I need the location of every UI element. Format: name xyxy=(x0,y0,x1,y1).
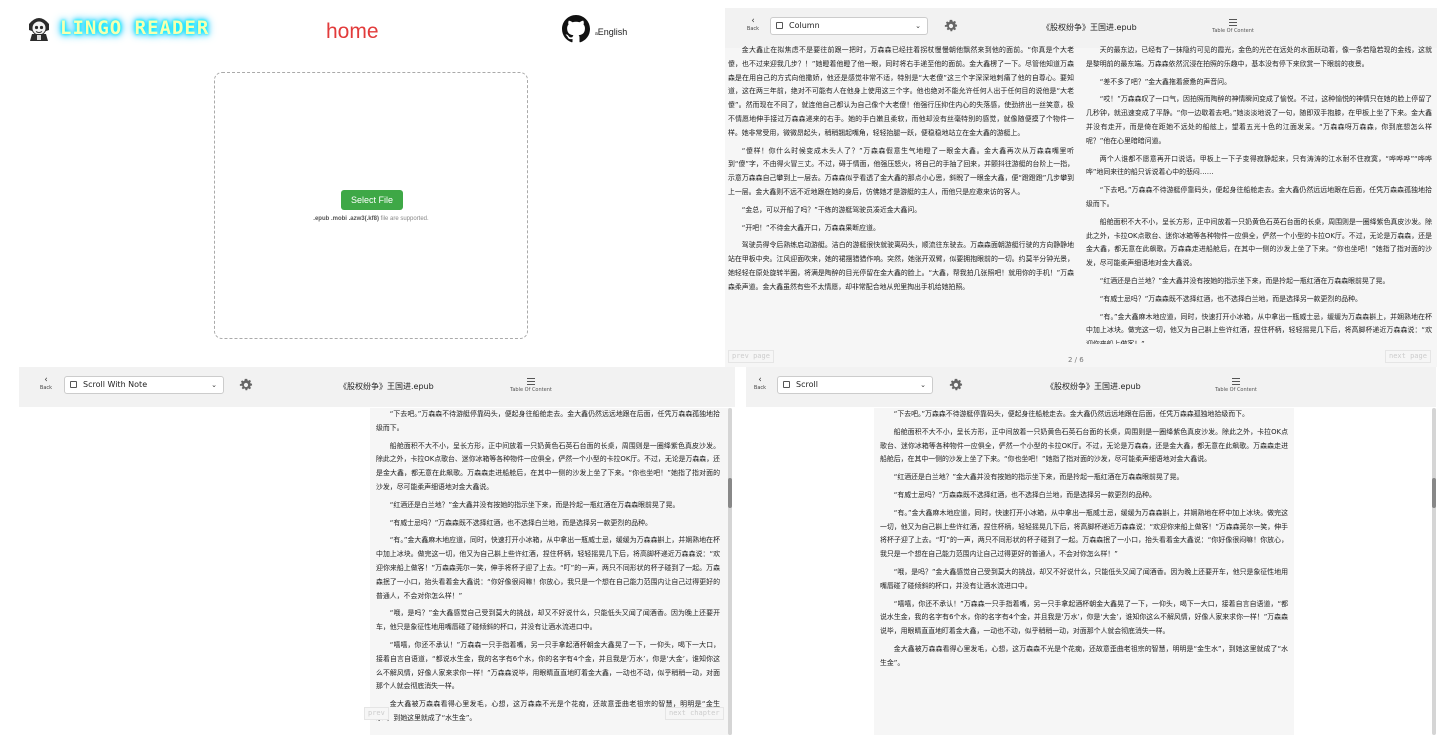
scroll-with-note-panel: ‹ Back Scroll With Note ⌄ 《股权纷争》王国进.epub… xyxy=(19,367,735,735)
paragraph: 船舱面积不大不小，呈长方形，正中间放着一只奶黄色石英石台面的长桌，周围则是一圈绛… xyxy=(1086,217,1432,268)
prev-chapter-button[interactable]: prev xyxy=(364,707,389,720)
back-label: Back xyxy=(753,385,767,391)
reader-toolbar: ‹ Back Scroll ⌄ 《股权纷争》王国进.epub Table Of … xyxy=(746,367,1436,407)
supported-formats: .epub .mobi .azw3(.kf8) xyxy=(313,216,379,222)
paragraph: “差不多了吧？”金大鑫拖着疲惫的声音问。 xyxy=(1099,77,1231,86)
view-mode-select[interactable]: Column ⌄ xyxy=(770,17,928,35)
paragraph: 金大鑫止在拟焦虑不是要往前跟一把时，万森森已经拄着拐杖慢慢朝他飘然来到他的面前。… xyxy=(728,46,1074,137)
paragraph: “下去吧。”万森森不待游艇停靠码头，便起身往船舱走去。金大鑫仍然远远地跟在后面，… xyxy=(1086,186,1432,208)
paragraph: “有威士忌吗？”万森森既不选择红酒，也不选择白兰地，而是选择另一款更烈的品种。 xyxy=(1099,294,1362,303)
scroll-mode-icon xyxy=(783,381,790,388)
list-icon xyxy=(527,378,535,385)
paragraph: “有。”金大鑫麻木地应道，同时，快速打开小冰箱，从中拿出一瓶威士忌，缓缓为万森森… xyxy=(376,536,720,600)
paragraph: “有。”金大鑫麻木地应道，同时，快速打开小冰箱，从中拿出一瓶威士忌，缓缓为万森森… xyxy=(1086,312,1432,344)
chevron-left-icon: ‹ xyxy=(758,375,762,385)
skull-mascot-icon xyxy=(29,18,49,41)
file-drop-zone[interactable]: Select File .epub .mobi .azw3(.kf8) file… xyxy=(214,72,528,339)
back-button[interactable]: ‹ Back xyxy=(36,375,56,391)
back-label: Back xyxy=(746,26,760,32)
logo[interactable]: LINGO READER xyxy=(26,14,209,42)
paragraph: “有。”金大鑫麻木地应道，同时，快速打开小冰箱，从中拿出一瓶威士忌，缓缓为万森森… xyxy=(880,508,1288,559)
toc-label: Table Of Content xyxy=(510,387,552,393)
paragraph: 船舱面积不大不小，呈长方形，正中间放着一只奶黄色石英石台面的长桌，周围则是一圈绛… xyxy=(376,441,720,491)
back-button[interactable]: ‹ Back xyxy=(743,16,763,32)
scrollbar[interactable] xyxy=(1432,408,1436,735)
settings-gear-icon[interactable] xyxy=(239,378,253,392)
language-label: English xyxy=(597,27,628,37)
next-chapter-button[interactable]: next chapter xyxy=(665,707,724,720)
list-icon xyxy=(1232,378,1240,385)
list-icon xyxy=(1229,19,1237,26)
scrollbar-thumb[interactable] xyxy=(728,478,732,508)
view-mode-value: Scroll xyxy=(796,380,818,389)
scroll-content: “下去吧。”万森森不待游艇停靠码头，便起身往船舱走去。金大鑫仍然远远地跟在后面，… xyxy=(880,408,1288,735)
paragraph: “下去吧。”万森森不待游艇停靠码头，便起身往船舱走去。金大鑫仍然远远地跟在后面，… xyxy=(893,410,1249,418)
scrollbar-thumb[interactable] xyxy=(1432,478,1436,508)
chevron-down-icon: ⌄ xyxy=(920,381,926,389)
page-title: home xyxy=(326,20,379,43)
next-page-button[interactable]: next page xyxy=(1385,350,1431,363)
paragraph: “有威士忌吗？”万森森既不选择红酒，也不选择白兰地，而是选择另一款更烈的品种。 xyxy=(389,518,652,527)
chevron-left-icon: ‹ xyxy=(44,375,48,385)
paragraph: “哦，是吗？”金大鑫感觉自己受到莫大的挑战，却又不好说什么，只能低头又闻了闻酒香… xyxy=(880,567,1288,590)
toc-label: Table Of Content xyxy=(1215,387,1257,393)
scrollbar[interactable] xyxy=(728,408,732,735)
table-of-content-button[interactable]: Table Of Content xyxy=(1206,378,1266,393)
prev-page-button[interactable]: prev page xyxy=(728,350,774,363)
reader-page: “下去吧。”万森森不待游艇停靠码头，便起身往船舱走去。金大鑫仍然远远地跟在后面，… xyxy=(370,408,732,735)
table-of-content-button[interactable]: Table Of Content xyxy=(501,378,561,393)
view-mode-value: Scroll With Note xyxy=(83,380,148,389)
home-panel: LINGO READER home aEnglish Select File .… xyxy=(0,0,725,367)
book-title: 《股权纷争》王国进.epub xyxy=(1042,23,1137,32)
back-label: Back xyxy=(39,385,53,391)
paragraph: “嘻嘻，你还不承认！”万森森一只手指着嘴，另一只手拿起酒杯朝金大鑫晃了一下，一仰… xyxy=(376,640,720,691)
github-icon[interactable] xyxy=(562,15,590,43)
paragraph: 船舱面积不大不小，呈长方形，正中间放着一只奶黄色石英石台面的长桌，周围则是一圈绛… xyxy=(880,427,1288,464)
column-mode-icon xyxy=(776,22,783,29)
paragraph: 驾驶员得令后熟练启动游艇。洁白的游艇很快就驶离码头，顺流往东驶去。万森森面朝游艇… xyxy=(728,241,1074,291)
column-left: 金大鑫止在拟焦虑不是要往前跟一把时，万森森已经拄着拐杖慢慢朝他飘然来到他的面前。… xyxy=(728,44,1074,344)
paragraph: “嘻嘻，你还不承认！”万森森一只手指着嘴，另一只手拿起酒杯朝金大鑫晃了一下，一仰… xyxy=(880,599,1288,636)
language-switch[interactable]: aEnglish xyxy=(595,27,627,37)
paragraph: “有威士忌吗？”万森森既不选择红酒，也不选择白兰地，而是选择另一款更烈的品种。 xyxy=(893,490,1156,499)
toc-label: Table Of Content xyxy=(1212,28,1254,34)
chevron-left-icon: ‹ xyxy=(751,16,755,26)
reader-page: “下去吧。”万森森不待游艇停靠码头，便起身往船舱走去。金大鑫仍然远远地跟在后面，… xyxy=(874,408,1294,735)
paragraph: “红酒还是白兰地？”金大鑫并没有按她的指示坐下来，而是拎起一瓶红酒在万森森眼前晃… xyxy=(389,500,680,509)
reader-toolbar: ‹ Back Scroll With Note ⌄ 《股权纷争》王国进.epub… xyxy=(19,367,735,407)
book-title: 《股权纷争》王国进.epub xyxy=(1046,382,1141,391)
paragraph: “红酒还是白兰地？”金大鑫并没有按她的指示坐下来，而是拎起一瓶红酒在万森森眼前晃… xyxy=(893,473,1184,482)
paragraph: 两个人谁都不愿意再开口说话。甲板上一下子变得寂静起来，只有涛涛的江水耐不住寂寞，… xyxy=(1086,154,1432,177)
paragraph: 天的最东边，已经有了一抹隐约可见的霞光，金色的光芒在远处的水面跃动着，像一条若隐… xyxy=(1086,46,1432,68)
select-file-button[interactable]: Select File xyxy=(341,190,403,210)
column-right: 天的最东边，已经有了一抹隐约可见的霞光，金色的光芒在远处的水面跃动着，像一条若隐… xyxy=(1086,44,1432,344)
column-reader-panel: ‹ Back Column ⌄ 《股权纷争》王国进.epub Table Of … xyxy=(725,8,1437,367)
scroll-reader-panel: ‹ Back Scroll ⌄ 《股权纷争》王国进.epub Table Of … xyxy=(746,367,1436,735)
supported-formats-note: .epub .mobi .azw3(.kf8) file are support… xyxy=(215,216,527,222)
paragraph: “金总，可以开船了吗？”干练的游艇驾驶员凑近金大鑫问。 xyxy=(741,205,922,214)
page-indicator: 2 / 6 xyxy=(1068,356,1084,364)
view-mode-select[interactable]: Scroll With Note ⌄ xyxy=(64,376,224,394)
settings-gear-icon[interactable] xyxy=(949,378,963,392)
view-mode-value: Column xyxy=(789,21,820,30)
book-title: 《股权纷争》王国进.epub xyxy=(339,382,434,391)
paragraph: “哦，是吗？”金大鑫感觉自己受到莫大的挑战，却又不好说什么，只能低头又闻了闻酒香… xyxy=(376,609,720,632)
paragraph: 金大鑫被万森森看得心里发毛，心想，这万森森不光是个花痴，还故意歪曲老祖宗的智慧，… xyxy=(880,644,1288,667)
scroll-note-mode-icon xyxy=(70,381,77,388)
reader-toolbar: ‹ Back Column ⌄ 《股权纷争》王国进.epub Table Of … xyxy=(725,8,1437,48)
paragraph: “傻样！你什么时候变成木头人了？”万森森假意生气地瞪了一眼金大鑫。金大鑫再次从万… xyxy=(728,146,1074,196)
paragraph: “下去吧。”万森森不待游艇停靠码头，便起身往船舱走去。金大鑫仍然远远地跟在后面，… xyxy=(376,410,720,432)
table-of-content-button[interactable]: Table Of Content xyxy=(1203,19,1263,34)
paragraph: “开吧！”不待金大鑫开口，万森森果断应道。 xyxy=(741,223,880,232)
chevron-down-icon: ⌄ xyxy=(211,381,217,389)
view-mode-select[interactable]: Scroll ⌄ xyxy=(777,376,933,394)
back-button[interactable]: ‹ Back xyxy=(750,375,770,391)
paragraph: “红酒还是白兰地？”金大鑫并没有按她的指示坐下来，而是拎起一瓶红酒在万森森眼前晃… xyxy=(1099,276,1390,285)
settings-gear-icon[interactable] xyxy=(944,19,958,33)
logo-text: LINGO READER xyxy=(60,17,210,39)
supported-formats-suffix: file are supported. xyxy=(380,216,429,222)
paragraph: “哎！”万森森叹了一口气，因拍照而陶醉的神情瞬间变成了愉悦。不过，这种愉悦的神情… xyxy=(1086,95,1432,145)
chevron-down-icon: ⌄ xyxy=(915,22,921,30)
scroll-content: “下去吧。”万森森不待游艇停靠码头，便起身往船舱走去。金大鑫仍然远远地跟在后面，… xyxy=(376,408,720,735)
